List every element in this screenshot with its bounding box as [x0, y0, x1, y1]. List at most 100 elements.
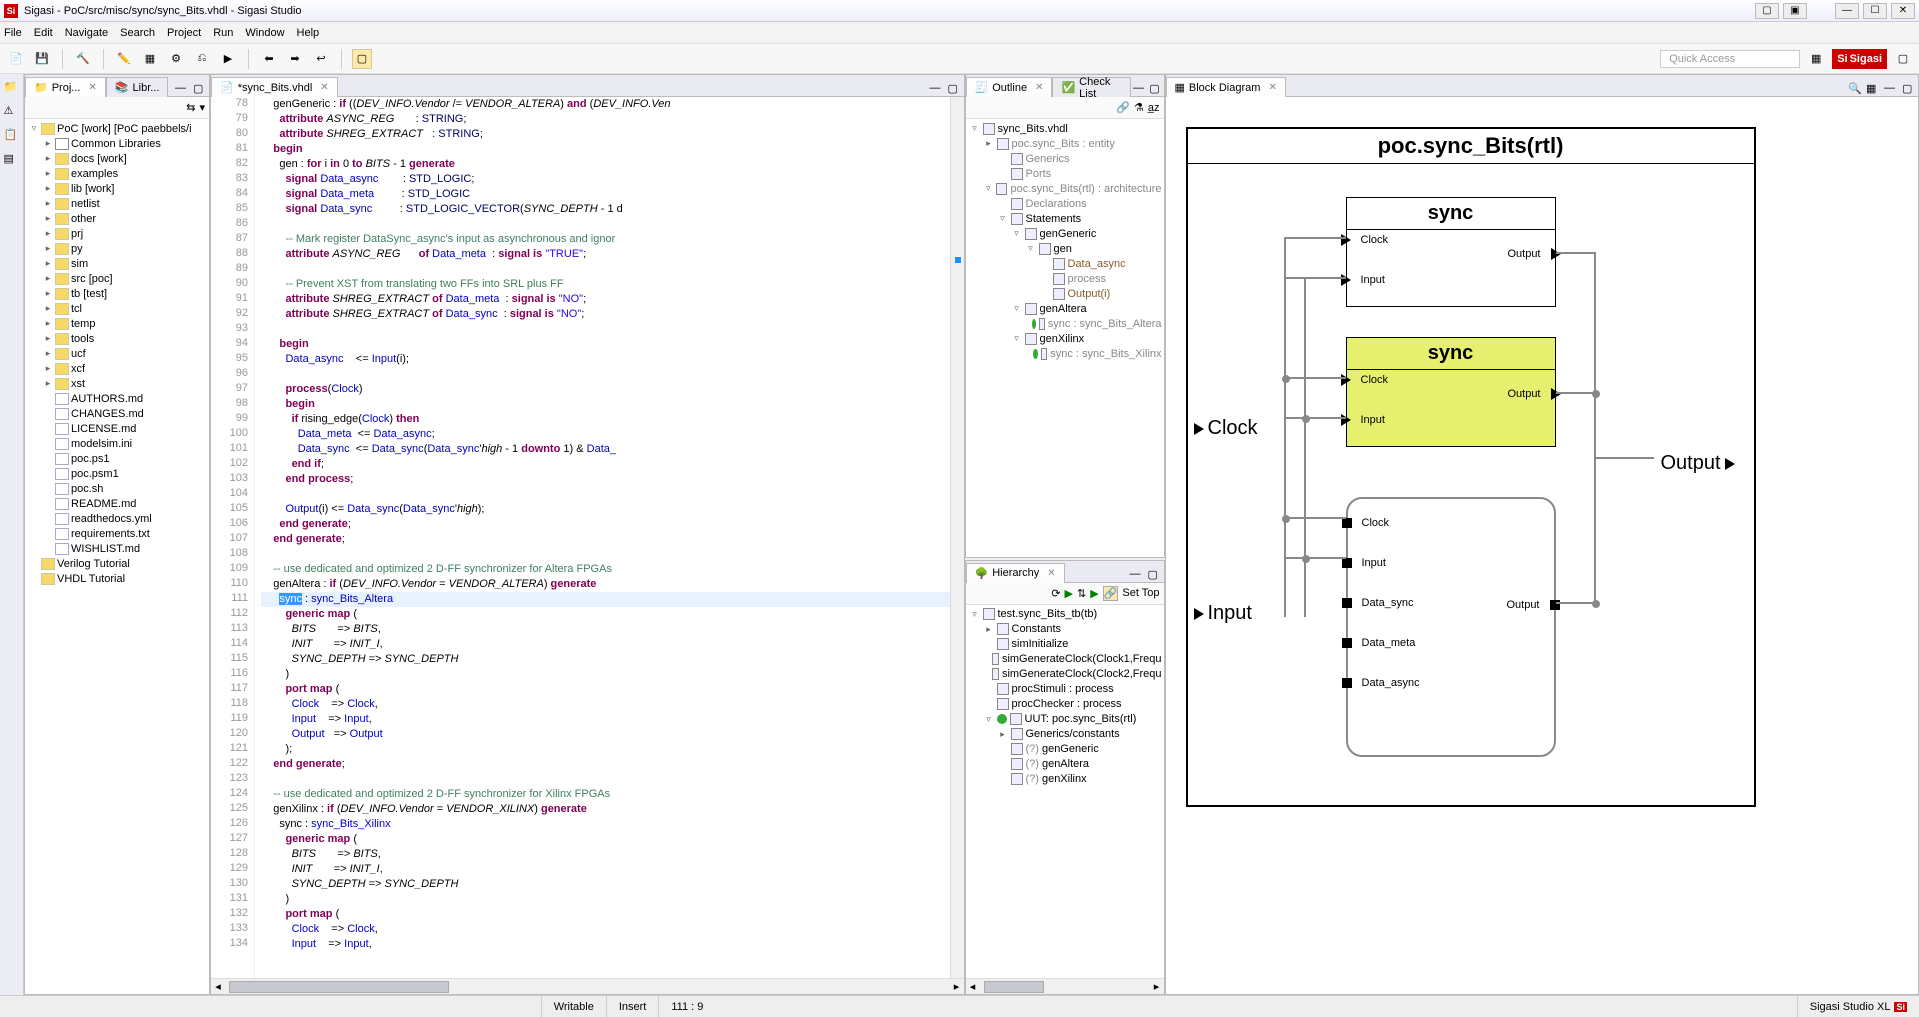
close-icon[interactable]: ✕ — [320, 82, 328, 93]
minimize-icon[interactable]: — — [1130, 568, 1144, 582]
menu-edit[interactable]: Edit — [34, 27, 53, 39]
outline-item[interactable]: Declarations — [968, 196, 1162, 211]
tool-icon[interactable]: ↩ — [311, 49, 331, 69]
outline-item[interactable]: sync : sync_Bits_Xilinx — [968, 346, 1162, 361]
link-icon[interactable]: 🔗 — [1103, 586, 1119, 601]
hierarchy-item[interactable]: ▸Generics/constants — [968, 727, 1162, 742]
outline-item[interactable]: Generics — [968, 151, 1162, 166]
maximize-icon[interactable]: ▢ — [1148, 568, 1162, 582]
hierarchy-item[interactable]: (?) genAltera — [968, 757, 1162, 772]
tab-editor-file[interactable]: 📄 *sync_Bits.vhdl✕ — [211, 77, 338, 97]
tree-item[interactable]: poc.psm1 — [25, 466, 209, 481]
tree-item[interactable]: ▸netlist — [25, 196, 209, 211]
tree-item[interactable]: ▸xst — [25, 376, 209, 391]
build-icon[interactable]: 🔨 — [73, 49, 93, 69]
tree-item[interactable]: ▸tcl — [25, 301, 209, 316]
run-icon[interactable]: ▶ — [1090, 587, 1098, 600]
perspective-icon[interactable]: ▦ — [1806, 49, 1826, 69]
perspective-sigasi[interactable]: SiSigasi — [1832, 49, 1887, 69]
tree-item[interactable]: poc.sh — [25, 481, 209, 496]
tool-icon[interactable]: ⚙ — [166, 49, 186, 69]
save-icon[interactable]: 💾 — [32, 49, 52, 69]
tab-checklist[interactable]: ✅ Check List — [1052, 77, 1131, 97]
hierarchy-item[interactable]: simInitialize — [968, 637, 1162, 652]
hierarchy-item[interactable]: ▸Constants — [968, 622, 1162, 637]
hierarchy-tree[interactable]: ▿test.sync_Bits_tb(tb)▸ConstantssimIniti… — [966, 605, 1164, 978]
maximize-button[interactable]: ☐ — [1863, 3, 1887, 19]
trim-icon[interactable]: 📁 — [4, 80, 20, 96]
tree-item[interactable]: ▸src [poc] — [25, 271, 209, 286]
tree-item[interactable]: ▸tb [test] — [25, 286, 209, 301]
outline-item[interactable]: ▿Statements — [968, 211, 1162, 226]
menu-icon[interactable]: ▾ — [199, 101, 205, 114]
close-button[interactable]: ✕ — [1891, 3, 1915, 19]
tree-item[interactable]: ▸sim — [25, 256, 209, 271]
tab-project-explorer[interactable]: 📁 Proj...✕ — [25, 77, 106, 97]
tree-item[interactable]: WISHLIST.md — [25, 541, 209, 556]
tree-item[interactable]: VHDL Tutorial — [25, 571, 209, 586]
close-icon[interactable]: ✕ — [1035, 82, 1043, 93]
menu-navigate[interactable]: Navigate — [65, 27, 108, 39]
new-icon[interactable]: 📄 — [6, 49, 26, 69]
block-diagram-canvas[interactable]: poc.sync_Bits(rtl)ClockInputOutputsyncCl… — [1166, 97, 1919, 994]
outline-item[interactable]: ▿poc.sync_Bits(rtl) : architecture — [968, 181, 1162, 196]
highlight-icon[interactable]: ▢ — [352, 49, 372, 69]
quick-access-input[interactable]: Quick Access — [1660, 50, 1800, 68]
menu-project[interactable]: Project — [167, 27, 201, 39]
outline-item[interactable]: Data_async — [968, 256, 1162, 271]
minimize-icon[interactable]: — — [175, 82, 189, 96]
maximize-icon[interactable]: ▢ — [1902, 82, 1916, 96]
tab-hierarchy[interactable]: 🌳 Hierarchy✕ — [966, 563, 1065, 583]
tree-item[interactable]: LICENSE.md — [25, 421, 209, 436]
minimize-icon[interactable]: — — [1133, 82, 1145, 96]
tree-item[interactable]: ▸other — [25, 211, 209, 226]
tab-outline[interactable]: 🧾 Outline✕ — [966, 77, 1053, 97]
tree-item[interactable]: ▸lib [work] — [25, 181, 209, 196]
tool-icon[interactable]: ▦ — [1866, 82, 1880, 96]
tool-icon[interactable]: ▦ — [140, 49, 160, 69]
outline-item[interactable]: ▿gen — [968, 241, 1162, 256]
minimize-icon[interactable]: — — [930, 82, 944, 96]
collapse-icon[interactable]: ⇆ — [186, 101, 195, 114]
menu-window[interactable]: Window — [245, 27, 284, 39]
run-icon[interactable]: ▶ — [1065, 587, 1073, 600]
aux-button[interactable]: ▢ — [1755, 3, 1779, 19]
tree-item[interactable]: ▸examples — [25, 166, 209, 181]
tree-item[interactable]: ▸Common Libraries — [25, 136, 209, 151]
tree-item[interactable]: ▸xcf — [25, 361, 209, 376]
tree-item[interactable]: ▸prj — [25, 226, 209, 241]
tree-item[interactable]: README.md — [25, 496, 209, 511]
tree-item[interactable]: ▸temp — [25, 316, 209, 331]
zoom-icon[interactable]: 🔍 — [1848, 82, 1862, 96]
tab-libraries[interactable]: 📚 Libr... — [106, 77, 169, 97]
menu-help[interactable]: Help — [297, 27, 320, 39]
code-editor[interactable]: 7879808182838485868788899091929394959697… — [211, 97, 964, 978]
maximize-icon[interactable]: ▢ — [948, 82, 962, 96]
sort-icon[interactable]: a̲z — [1148, 102, 1160, 114]
filter-icon[interactable]: ⚗ — [1134, 101, 1144, 114]
hierarchy-item[interactable]: (?) genXilinx — [968, 772, 1162, 787]
tree-item[interactable]: CHANGES.md — [25, 406, 209, 421]
tree-item[interactable]: ▸docs [work] — [25, 151, 209, 166]
tree-item[interactable]: modelsim.ini — [25, 436, 209, 451]
close-icon[interactable]: ✕ — [88, 82, 96, 93]
menu-file[interactable]: File — [4, 27, 22, 39]
close-icon[interactable]: ✕ — [1047, 568, 1055, 579]
back-icon[interactable]: ⬅ — [259, 49, 279, 69]
hierarchy-item[interactable]: procStimuli : process — [968, 682, 1162, 697]
outline-item[interactable]: ▸poc.sync_Bits : entity — [968, 136, 1162, 151]
outline-item[interactable]: ▿genXilinx — [968, 331, 1162, 346]
menu-run[interactable]: Run — [213, 27, 233, 39]
close-icon[interactable]: ✕ — [1268, 82, 1276, 93]
tab-block-diagram[interactable]: ▦ Block Diagram✕ — [1166, 77, 1286, 97]
tree-item[interactable]: ▸py — [25, 241, 209, 256]
tree-item[interactable]: poc.ps1 — [25, 451, 209, 466]
set-top-button[interactable]: Set Top — [1122, 587, 1159, 599]
tool-icon[interactable]: ▶ — [218, 49, 238, 69]
outline-item[interactable]: Output(i) — [968, 286, 1162, 301]
forward-icon[interactable]: ➡ — [285, 49, 305, 69]
project-tree[interactable]: ▿PoC [work] [PoC paebbels/i▸Common Libra… — [25, 119, 209, 994]
hierarchy-item[interactable]: simGenerateClock(Clock2,Frequ — [968, 667, 1162, 682]
tree-item[interactable]: Verilog Tutorial — [25, 556, 209, 571]
tree-item[interactable]: ▿PoC [work] [PoC paebbels/i — [25, 121, 209, 136]
